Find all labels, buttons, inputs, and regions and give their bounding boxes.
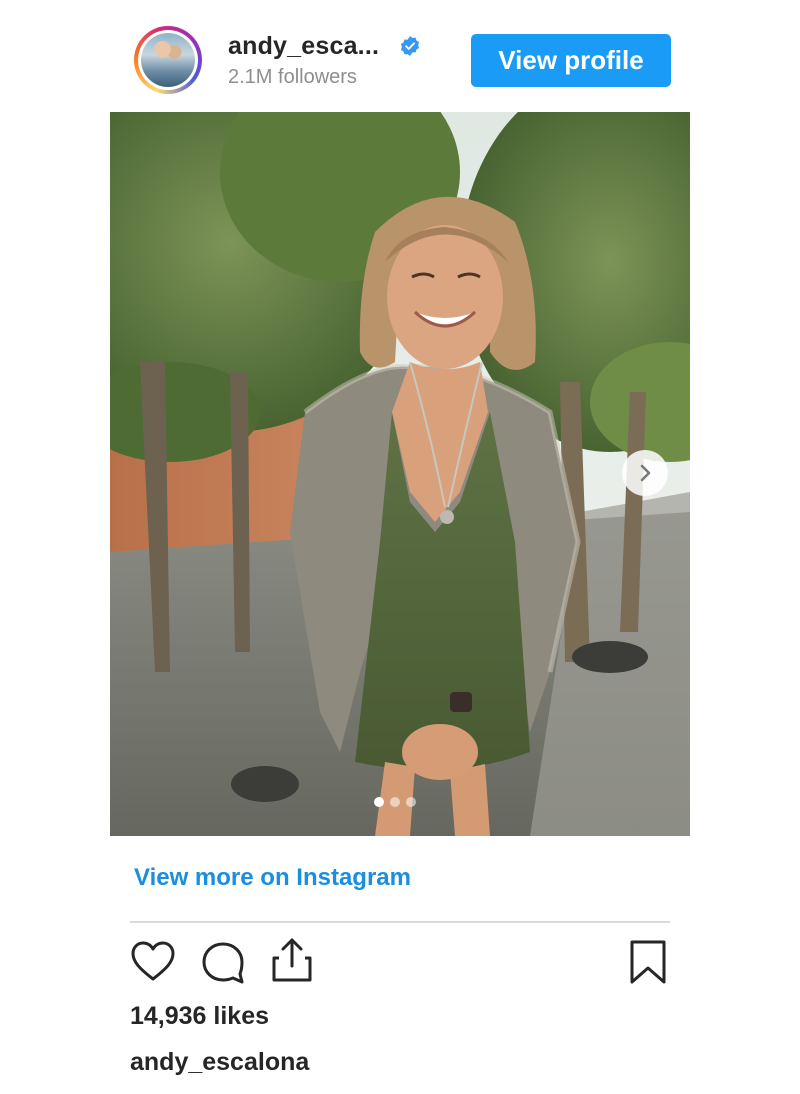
likes-count[interactable]: 14,936 likes [130,1002,269,1031]
comment-icon[interactable] [200,940,246,984]
post-header: andy_esca... 2.1M followers View profile [110,20,690,100]
carousel-dot [390,797,400,807]
verified-badge-icon [400,36,420,56]
bookmark-icon[interactable] [628,938,668,986]
carousel-next-button[interactable] [622,450,668,496]
view-profile-button[interactable]: View profile [471,34,671,87]
post-author[interactable]: andy_escalona [130,1048,309,1077]
carousel-indicator [374,797,416,807]
avatar[interactable] [134,26,202,94]
followers-count: 2.1M followers [228,66,357,88]
carousel-dot [406,797,416,807]
divider [130,921,670,923]
carousel-dot-active [374,797,384,807]
chevron-right-icon [640,464,651,482]
username[interactable]: andy_esca... [228,32,379,61]
post-photo [110,112,690,836]
heart-icon[interactable] [130,940,176,982]
instagram-embed: andy_esca... 2.1M followers View profile [0,0,800,1094]
share-icon[interactable] [270,936,314,984]
avatar-image [141,33,195,87]
post-image[interactable] [110,112,690,836]
view-more-link[interactable]: View more on Instagram [134,864,411,892]
